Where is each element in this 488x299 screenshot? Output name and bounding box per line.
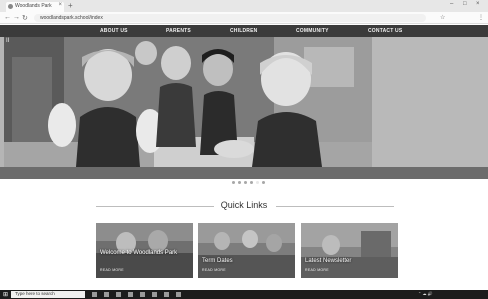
card-title: Latest Newsletter bbox=[305, 258, 352, 264]
slider-dot[interactable] bbox=[250, 181, 253, 184]
hero-slider: II bbox=[0, 37, 488, 184]
read-more-link[interactable]: READ MORE bbox=[100, 268, 124, 272]
nav-item-community[interactable]: COMMUNITY bbox=[296, 28, 329, 34]
browser-toolbar: ← → ↻ woodlandspark.school/index ☆ ⋮ bbox=[0, 12, 488, 24]
menu-kebab-icon[interactable]: ⋮ bbox=[478, 14, 484, 21]
edge-icon[interactable] bbox=[104, 292, 109, 297]
slider-dot[interactable] bbox=[238, 181, 241, 184]
card-title: Term Dates bbox=[202, 258, 233, 264]
slider-pause-icon[interactable]: II bbox=[6, 38, 9, 44]
nav-item-children[interactable]: CHILDREN bbox=[230, 28, 257, 34]
tab-title: Woodlands Park bbox=[15, 3, 52, 9]
slider-dot[interactable] bbox=[232, 181, 235, 184]
task-view-icon[interactable] bbox=[92, 292, 97, 297]
taskbar-search-placeholder: Type here to search bbox=[15, 291, 55, 296]
taskbar-search-box[interactable]: Type here to search bbox=[11, 291, 85, 298]
browser-tab-strip: Woodlands Park × + – □ × bbox=[0, 0, 488, 12]
address-url: woodlandspark.school/index bbox=[40, 15, 103, 21]
nav-item-about-us[interactable]: ABOUT US bbox=[100, 28, 128, 34]
slider-dot-active[interactable] bbox=[256, 181, 259, 184]
nav-item-contact-us[interactable]: CONTACT US bbox=[368, 28, 402, 34]
hero-photo-children: II bbox=[4, 37, 372, 167]
windows-start-icon[interactable]: ⊞ bbox=[3, 291, 8, 298]
site-nav: ABOUT US PARENTS CHILDREN COMMUNITY CONT… bbox=[0, 25, 488, 37]
divider-right bbox=[276, 206, 394, 207]
reload-icon[interactable]: ↻ bbox=[22, 14, 28, 22]
system-tray[interactable]: ⌃ ☁ 🔊 bbox=[418, 291, 433, 296]
back-icon[interactable]: ← bbox=[4, 14, 11, 21]
slider-controls bbox=[0, 167, 488, 184]
slider-dot[interactable] bbox=[244, 181, 247, 184]
slider-dot[interactable] bbox=[262, 181, 265, 184]
address-bar[interactable]: woodlandspark.school/index bbox=[34, 14, 426, 22]
card-title: Welcome to Woodlands Park bbox=[100, 250, 178, 256]
chrome-icon[interactable] bbox=[152, 292, 157, 297]
read-more-link[interactable]: READ MORE bbox=[202, 268, 226, 272]
slider-dots bbox=[232, 171, 268, 189]
nav-item-parents[interactable]: PARENTS bbox=[166, 28, 191, 34]
mail-icon[interactable] bbox=[140, 292, 145, 297]
forward-icon[interactable]: → bbox=[13, 14, 20, 21]
quick-link-card-newsletter[interactable]: Latest Newsletter READ MORE bbox=[301, 223, 398, 278]
quick-links-heading: Quick Links bbox=[220, 200, 268, 210]
file-explorer-icon[interactable] bbox=[116, 292, 121, 297]
tab-close-icon[interactable]: × bbox=[58, 2, 62, 8]
bookmark-star-icon[interactable]: ☆ bbox=[440, 14, 445, 21]
new-tab-button[interactable]: + bbox=[68, 1, 73, 10]
os-taskbar: ⊞ Type here to search ⌃ ☁ 🔊 bbox=[0, 290, 488, 299]
browser-tab[interactable]: Woodlands Park × bbox=[6, 2, 64, 12]
app-icon[interactable] bbox=[176, 292, 181, 297]
quick-link-card-term-dates[interactable]: Term Dates READ MORE bbox=[198, 223, 295, 278]
screen: Woodlands Park × + – □ × ← → ↻ woodlands… bbox=[0, 0, 488, 299]
app-icon[interactable] bbox=[164, 292, 169, 297]
quick-link-card-welcome[interactable]: Welcome to Woodlands Park READ MORE bbox=[96, 223, 193, 278]
hero-side-panel bbox=[372, 37, 488, 167]
read-more-link[interactable]: READ MORE bbox=[305, 268, 329, 272]
maximize-button[interactable]: □ bbox=[463, 1, 467, 7]
store-icon[interactable] bbox=[128, 292, 133, 297]
close-window-button[interactable]: × bbox=[476, 1, 480, 7]
minimize-button[interactable]: – bbox=[450, 1, 453, 7]
favicon-icon bbox=[8, 4, 13, 9]
